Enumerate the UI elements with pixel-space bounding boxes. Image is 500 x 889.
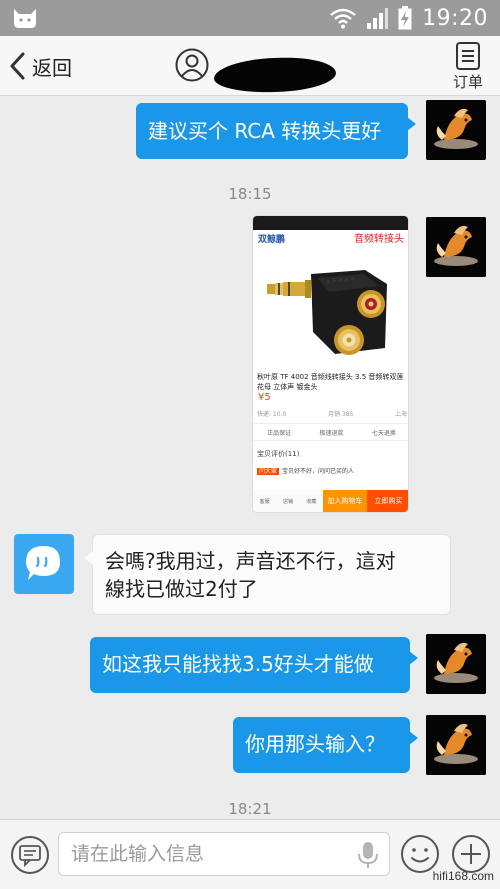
cat-app-icon: [14, 9, 36, 28]
user-avatar[interactable]: [426, 634, 486, 694]
timestamp: 18:21: [228, 800, 272, 818]
contact-avatar[interactable]: [14, 534, 74, 594]
buy-now-button: 立即购买: [367, 490, 408, 512]
orders-list-icon: [456, 42, 480, 70]
message-text: 你用那头输入？: [245, 732, 385, 756]
shipping-fee: 快递: 10.0: [257, 411, 287, 418]
nav-bar: 返回 订单: [0, 36, 500, 96]
product-header-title: 音频转接头: [354, 234, 404, 245]
wifi-icon: [330, 8, 356, 29]
service-tag: 七天退换: [371, 429, 396, 437]
koi-fish-avatar-icon: [426, 634, 486, 694]
user-avatar[interactable]: [426, 217, 486, 277]
speech-bubble-avatar-icon: [26, 546, 60, 580]
back-label: 返回: [32, 57, 72, 80]
orders-button[interactable]: 订单: [450, 42, 486, 92]
review-tag: 问大家: [257, 468, 280, 475]
status-time: 19:20: [422, 5, 488, 31]
monthly-sales: 月销 385: [327, 411, 354, 418]
shop-icon: 店铺: [282, 498, 293, 505]
message-text: 建议买个 RCA 转换头更好: [148, 119, 382, 143]
review-line: 问大家 宝贝好不好，问问已买的人: [257, 466, 354, 475]
koi-fish-avatar-icon: [426, 715, 486, 775]
message-bubble-outgoing[interactable]: 你用那头输入？: [233, 717, 418, 773]
service-icon: 客服: [259, 498, 270, 505]
service-tag: 极速退款: [319, 429, 344, 437]
mini-status-bar: [253, 216, 408, 230]
review-text: 宝贝好不好，问问已买的人: [282, 468, 355, 475]
product-price: ¥5: [258, 392, 271, 403]
orders-label: 订单: [452, 73, 483, 91]
message-text: 会嗎?我用过，声音还不行，這对: [105, 549, 396, 573]
product-title: 秋叶原 TF 4002 音频线转接头 3.5 音频转双莲花母 立体声 镀金头: [257, 373, 404, 391]
microphone-icon[interactable]: [357, 841, 379, 869]
rca-adapter-photo: [253, 244, 408, 372]
redacted-contact-name: [213, 55, 337, 95]
product-bottom-bar: 客服 店铺 收藏 加入购物车 立即购买: [253, 490, 408, 512]
timestamp: 18:15: [228, 185, 272, 203]
koi-fish-avatar-icon: [426, 217, 486, 277]
watermark: hifi168.com: [432, 869, 494, 883]
message-bubble-outgoing[interactable]: 如这我只能找找3.5好头才能做: [90, 637, 418, 693]
add-to-cart-button: 加入购物车: [323, 490, 367, 512]
bottom-icons: 客服 店铺 收藏: [253, 490, 323, 512]
message-input-field[interactable]: [58, 832, 390, 876]
chevron-left-icon: [10, 52, 25, 80]
emoji-icon[interactable]: [400, 834, 440, 874]
user-avatar[interactable]: [426, 100, 486, 160]
shipping-row: 快递: 10.0 月销 385 上海: [257, 409, 407, 418]
ship-location: 上海: [394, 411, 407, 418]
koi-fish-avatar-icon: [426, 100, 486, 160]
message-bubble-outgoing[interactable]: 建议买个 RCA 转换头更好: [136, 103, 416, 159]
voice-toggle-icon[interactable]: [10, 835, 50, 875]
back-button[interactable]: 返回: [8, 50, 72, 82]
reviews-label: 宝贝评价(11): [257, 450, 300, 458]
user-avatar[interactable]: [426, 715, 486, 775]
contact-profile-icon[interactable]: [175, 48, 209, 82]
service-tag: 正品保证: [267, 429, 292, 437]
message-text: 線找已做过2付了: [105, 577, 258, 601]
message-text: 如这我只能找找3.5好头才能做: [102, 652, 374, 676]
message-bubble-incoming[interactable]: 会嗎?我用过，声音还不行，這对 線找已做过2付了: [84, 534, 451, 615]
add-more-icon[interactable]: [451, 834, 491, 874]
favorite-icon: 收藏: [306, 498, 317, 505]
product-image-message[interactable]: 双鲸鹏 音频转接头 秋叶原 TF 4002 音频线转接头 3.5 音频转双莲花母…: [252, 215, 409, 513]
battery-charging-icon: [398, 6, 412, 30]
signal-icon: [367, 8, 389, 29]
message-input-bar: [0, 819, 500, 889]
service-tags: 正品保证 极速退款 七天退换: [253, 423, 408, 441]
status-bar: 19:20: [0, 0, 500, 36]
message-input[interactable]: [71, 833, 351, 875]
